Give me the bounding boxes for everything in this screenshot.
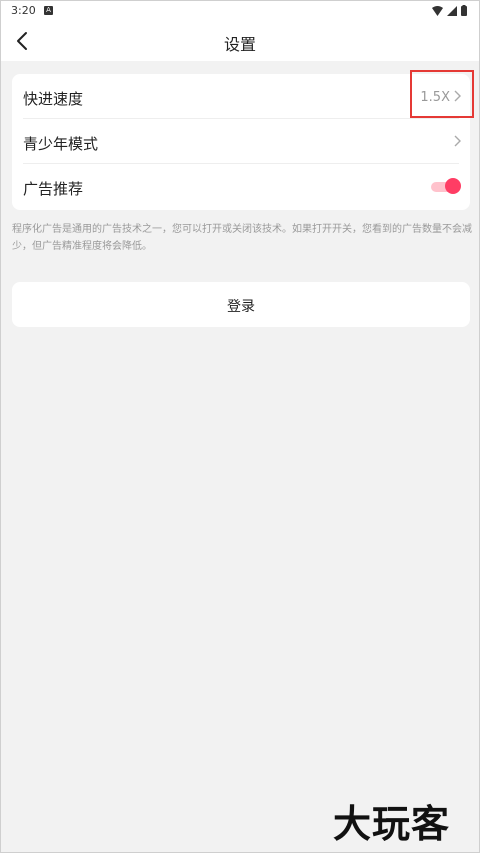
login-button[interactable]: 登录 (12, 282, 470, 327)
playback-speed-label: 快进速度 (23, 90, 84, 108)
status-notification-icon: A (44, 6, 53, 15)
page-title: 设置 (223, 35, 256, 54)
login-label: 登录 (227, 299, 255, 315)
wifi-icon (432, 5, 443, 16)
chevron-right-icon (454, 135, 461, 147)
settings-row-ad-recommend: 广告推荐 (12, 164, 470, 209)
status-time: 3:20 (11, 4, 36, 17)
teen-mode-label: 青少年模式 (23, 135, 99, 153)
settings-card: 快进速度 1.5X 青少年模式 广告推荐 (12, 74, 470, 210)
battery-icon (461, 5, 467, 16)
highlight-box (410, 70, 474, 118)
signal-icon (447, 5, 457, 16)
ad-explanation-text: 程序化广告是通用的广告技术之一，您可以打开或关闭该技术。如果打开开关，您看到的广… (12, 224, 472, 252)
watermark-logo: 大玩客 (333, 802, 451, 846)
settings-row-playback-speed[interactable]: 快进速度 1.5X (12, 74, 470, 119)
ad-recommend-label: 广告推荐 (23, 180, 84, 198)
top-app-bar: 设置 (1, 21, 479, 61)
status-bar: 3:20 A (1, 1, 479, 21)
settings-row-teen-mode[interactable]: 青少年模式 (12, 119, 470, 164)
ad-recommend-toggle[interactable] (431, 178, 461, 196)
status-icons (432, 5, 467, 16)
toggle-knob (445, 178, 461, 194)
